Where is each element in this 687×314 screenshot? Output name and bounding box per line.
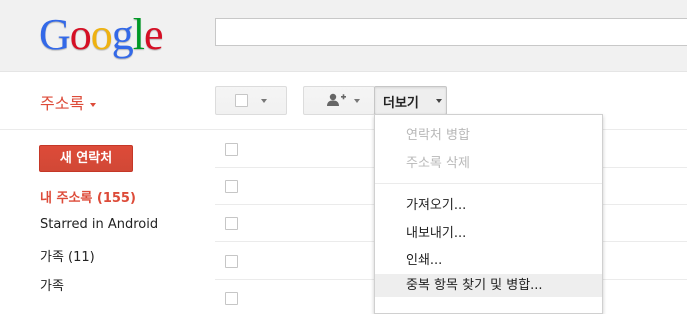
menu-item-delete-contacts: 주소록 삭제 bbox=[406, 156, 470, 171]
top-bar: Google bbox=[0, 0, 687, 72]
logo-letter: l bbox=[132, 10, 145, 59]
menu-item-print[interactable]: 인쇄... bbox=[375, 249, 602, 272]
search-input[interactable] bbox=[215, 18, 687, 46]
logo-letter: o bbox=[90, 10, 113, 59]
chevron-down-icon bbox=[354, 99, 360, 103]
menu-item-import[interactable]: 가져오기... bbox=[375, 194, 602, 217]
sidebar-item-family[interactable]: 가족 bbox=[40, 275, 64, 294]
menu-separator bbox=[375, 183, 602, 184]
add-to-group-button[interactable] bbox=[303, 86, 375, 115]
sidebar-item-family-count[interactable]: 가족 (11) bbox=[40, 246, 95, 265]
add-person-icon bbox=[327, 93, 346, 106]
menu-item-merge-contacts: 연락처 병합 bbox=[406, 128, 470, 143]
chevron-down-icon bbox=[436, 99, 442, 103]
row-checkbox[interactable] bbox=[225, 180, 238, 193]
menu-item-find-duplicates[interactable]: 중복 항목 찾기 및 병합... bbox=[375, 274, 602, 297]
menu-item-export[interactable]: 내보내기... bbox=[375, 222, 602, 245]
logo-letter: G bbox=[39, 10, 71, 59]
logo-letter: g bbox=[111, 10, 134, 59]
chevron-down-icon bbox=[261, 99, 267, 103]
more-button[interactable]: 더보기 bbox=[374, 86, 447, 115]
new-contact-button[interactable]: 새 연락처 bbox=[39, 145, 133, 172]
logo-letter: o bbox=[69, 10, 92, 59]
chevron-down-icon bbox=[90, 102, 97, 107]
row-checkbox[interactable] bbox=[225, 217, 238, 230]
sidebar-item-my-contacts[interactable]: 내 주소록 (155) bbox=[40, 187, 136, 206]
select-button[interactable] bbox=[215, 86, 287, 115]
logo-letter: e bbox=[144, 10, 164, 59]
sidebar-item-starred-in-android[interactable]: Starred in Android bbox=[40, 217, 158, 232]
row-checkbox[interactable] bbox=[225, 255, 238, 268]
contacts-app-menu[interactable]: 주소록 bbox=[40, 90, 97, 114]
app-title: 주소록 bbox=[40, 94, 85, 113]
row-checkbox[interactable] bbox=[225, 143, 238, 156]
google-logo[interactable]: Google bbox=[39, 7, 164, 63]
more-menu: 연락처 병합 주소록 삭제 가져오기... 내보내기... 인쇄... 중복 항… bbox=[374, 114, 603, 314]
more-button-label: 더보기 bbox=[383, 96, 419, 111]
checkbox-icon bbox=[235, 94, 248, 107]
